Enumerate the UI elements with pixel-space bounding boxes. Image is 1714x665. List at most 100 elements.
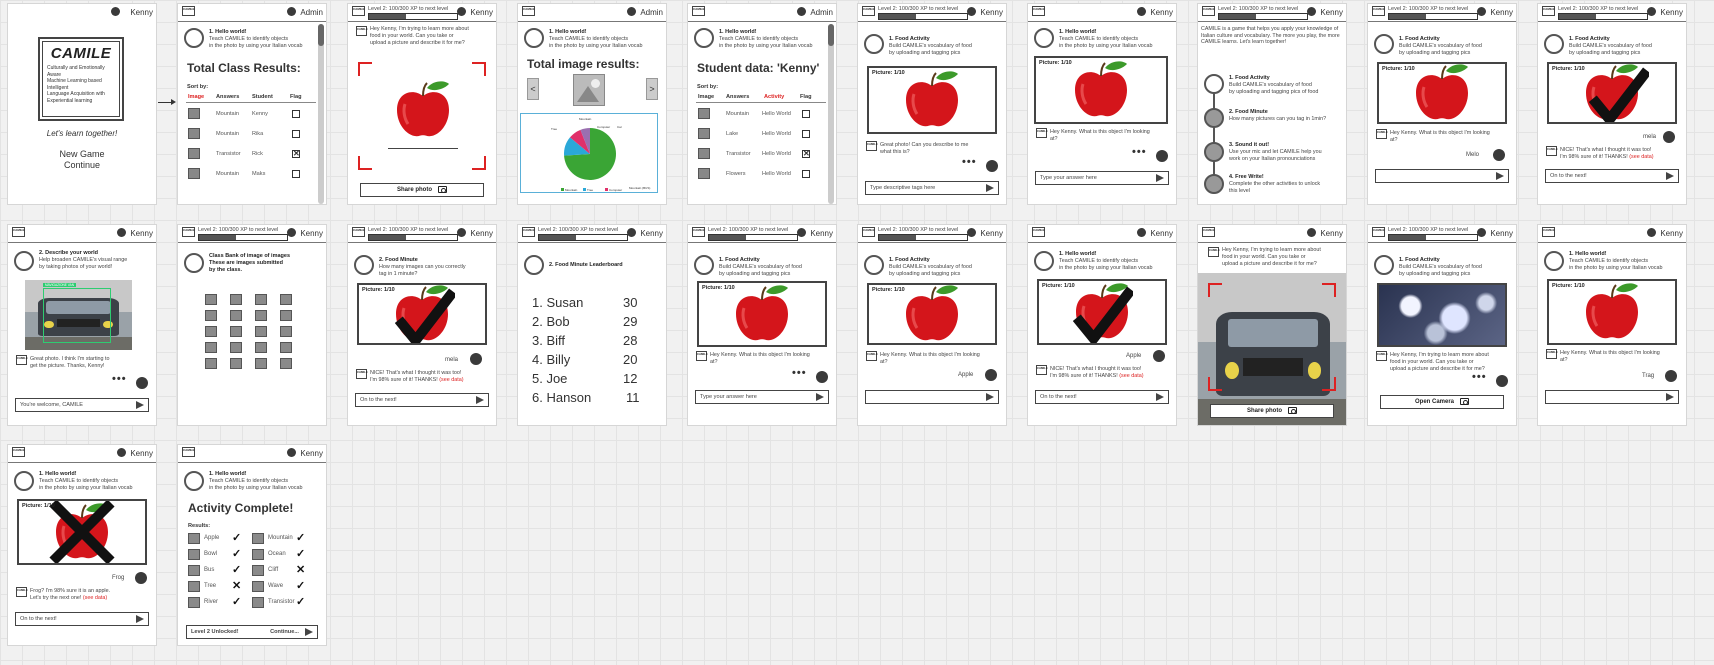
user-avatar[interactable]	[1137, 228, 1146, 237]
scrollbar[interactable]	[318, 24, 324, 204]
image-thumbnail[interactable]	[205, 310, 217, 321]
send-icon[interactable]	[1666, 172, 1674, 180]
image-thumbnail[interactable]	[230, 326, 242, 337]
col-header-image[interactable]: Image	[698, 94, 714, 100]
col-header-answers[interactable]: Answers	[726, 94, 749, 100]
answer-input[interactable]: Type your answer here	[1035, 171, 1169, 185]
user-avatar[interactable]	[111, 7, 120, 16]
level-node[interactable]	[1204, 174, 1224, 194]
col-header-flag[interactable]: Flag	[290, 94, 302, 100]
user-avatar[interactable]	[967, 7, 976, 16]
prev-image-button[interactable]: <	[527, 78, 539, 100]
flag-checkbox[interactable]	[802, 130, 810, 138]
image-thumbnail[interactable]	[205, 342, 217, 353]
share-photo-button[interactable]: Share photo	[360, 183, 484, 197]
table-row[interactable]: Transistor Hello World ✕	[696, 148, 826, 166]
menu-item-title[interactable]: 2. Food Minute	[1229, 109, 1268, 115]
menu-item-title[interactable]: 1. Food Activity	[1229, 75, 1270, 81]
table-row[interactable]: Lake Hello World	[696, 128, 826, 146]
user-avatar[interactable]	[117, 448, 126, 457]
next-input[interactable]: On to the next!	[1545, 169, 1679, 183]
user-avatar[interactable]	[1477, 7, 1486, 16]
col-header-image[interactable]: Image	[188, 94, 204, 100]
see-data-link[interactable]: (see data)	[439, 377, 463, 383]
user-avatar[interactable]	[797, 7, 806, 16]
user-avatar[interactable]	[1647, 228, 1656, 237]
send-icon[interactable]	[986, 393, 994, 401]
image-thumbnail[interactable]	[280, 342, 292, 353]
share-photo-button[interactable]: Share photo	[1210, 404, 1334, 418]
next-input[interactable]: On to the next!	[15, 612, 149, 626]
level-node[interactable]	[1204, 108, 1224, 128]
level-node[interactable]	[1204, 74, 1224, 94]
send-icon[interactable]	[986, 184, 994, 192]
answer-input[interactable]	[1375, 169, 1509, 183]
image-thumbnail[interactable]	[255, 358, 267, 369]
image-thumbnail[interactable]	[280, 326, 292, 337]
table-row[interactable]: Transistor Rick ✕	[186, 148, 316, 166]
open-camera-button[interactable]: Open Camera	[1380, 395, 1504, 409]
image-thumbnail[interactable]	[205, 294, 217, 305]
menu-item-title[interactable]: 3. Sound it out!	[1229, 142, 1269, 148]
level-node[interactable]	[1204, 142, 1224, 162]
flag-checkbox[interactable]	[292, 130, 300, 138]
tags-input[interactable]: Type descriptive tags here	[865, 181, 999, 195]
flag-checkbox[interactable]: ✕	[802, 150, 810, 158]
flag-checkbox[interactable]	[292, 110, 300, 118]
image-thumbnail[interactable]	[255, 294, 267, 305]
col-header-student[interactable]: Student	[252, 94, 273, 100]
answer-input[interactable]	[1545, 390, 1679, 404]
image-thumbnail[interactable]	[230, 310, 242, 321]
image-thumbnail[interactable]	[280, 358, 292, 369]
image-thumbnail[interactable]	[230, 342, 242, 353]
continue-link[interactable]: Continue...	[270, 629, 299, 635]
image-thumbnail[interactable]	[255, 326, 267, 337]
menu-item-title[interactable]: 4. Free Write!	[1229, 174, 1264, 180]
table-row[interactable]: Mountain Kenny	[186, 108, 316, 126]
flag-checkbox[interactable]	[292, 170, 300, 178]
image-thumbnail[interactable]	[280, 310, 292, 321]
user-avatar[interactable]	[1137, 7, 1146, 16]
user-avatar[interactable]	[457, 228, 466, 237]
user-avatar[interactable]	[627, 228, 636, 237]
user-avatar[interactable]	[1307, 228, 1316, 237]
continue-button[interactable]: Continue	[8, 160, 156, 170]
user-avatar[interactable]	[627, 7, 636, 16]
send-icon[interactable]	[305, 628, 313, 636]
user-avatar[interactable]	[287, 228, 296, 237]
user-avatar[interactable]	[1647, 7, 1656, 16]
see-data-link[interactable]: (see data)	[1629, 154, 1653, 160]
user-avatar[interactable]	[967, 228, 976, 237]
send-icon[interactable]	[476, 396, 484, 404]
next-image-button[interactable]: >	[646, 78, 658, 100]
image-thumbnail[interactable]	[280, 294, 292, 305]
col-header-flag[interactable]: Flag	[800, 94, 812, 100]
user-avatar[interactable]	[287, 7, 296, 16]
send-icon[interactable]	[1496, 172, 1504, 180]
table-row[interactable]: Mountain Maks	[186, 168, 316, 186]
flag-checkbox[interactable]: ✕	[292, 150, 300, 158]
image-thumbnail[interactable]	[230, 358, 242, 369]
image-thumbnail[interactable]	[255, 310, 267, 321]
table-row[interactable]: Mountain Hello World	[696, 108, 826, 126]
new-game-button[interactable]: New Game	[8, 149, 156, 159]
send-icon[interactable]	[1666, 393, 1674, 401]
send-icon[interactable]	[1156, 393, 1164, 401]
reply-input[interactable]: You're welcome, CAMILE	[15, 398, 149, 412]
flag-checkbox[interactable]	[802, 110, 810, 118]
image-thumbnail[interactable]	[205, 358, 217, 369]
send-icon[interactable]	[816, 393, 824, 401]
see-data-link[interactable]: (see data)	[83, 595, 107, 601]
table-row[interactable]: Flowers Hello World	[696, 168, 826, 186]
user-avatar[interactable]	[117, 228, 126, 237]
image-thumbnail[interactable]	[230, 294, 242, 305]
user-avatar[interactable]	[287, 448, 296, 457]
send-icon[interactable]	[136, 615, 144, 623]
answer-input[interactable]	[865, 390, 999, 404]
user-avatar[interactable]	[1307, 7, 1316, 16]
image-thumbnail[interactable]	[205, 326, 217, 337]
next-input[interactable]: On to the next!	[1035, 390, 1169, 404]
scrollbar[interactable]	[828, 24, 834, 204]
see-data-link[interactable]: (see data)	[1119, 373, 1143, 379]
level-unlocked-bar[interactable]: Level 2 Unlocked! Continue...	[186, 625, 318, 639]
